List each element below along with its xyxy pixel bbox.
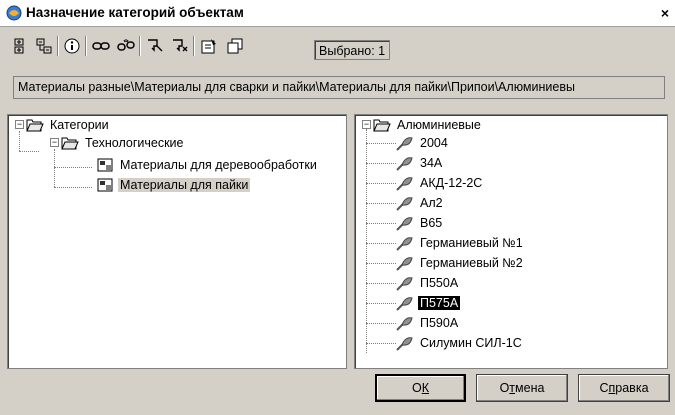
info-icon[interactable]	[62, 36, 82, 56]
open-folder-icon	[26, 119, 44, 132]
title-bar: Назначение категорий объектам ×	[0, 0, 675, 27]
solder-material-icon	[396, 297, 413, 311]
tree-node-label: Германиевый №2	[420, 256, 523, 270]
remove-category-icon[interactable]	[170, 36, 190, 56]
toolbar: Выбрано: 1	[0, 28, 675, 64]
tree-item-material[interactable]: Германиевый №1	[396, 234, 525, 252]
collapse-toggle[interactable]: −	[50, 138, 59, 147]
solder-material-icon	[396, 337, 413, 351]
toolbar-separator	[85, 36, 87, 56]
tree-node-label: 34А	[420, 156, 443, 170]
tree-connector	[366, 203, 396, 204]
tree-node-soldering[interactable]: Материалы для пайки	[96, 176, 251, 194]
tree-node-label: АКД-12-2С	[420, 176, 483, 190]
tree-connector	[366, 263, 396, 264]
dialog-window: Назначение категорий объектам × Выбрано:…	[0, 0, 675, 415]
category-path-field: Материалы разные\Материалы для сварки и …	[13, 76, 665, 99]
tree-connector	[366, 243, 396, 244]
tree-node-label: Технологические	[85, 136, 184, 150]
tree-item-material[interactable]: 2004	[396, 134, 450, 152]
tree-connector	[366, 343, 396, 344]
tree-item-material[interactable]: АКД-12-2С	[396, 174, 484, 192]
tree-connector	[366, 183, 396, 184]
tree-node-aluminium[interactable]: Алюминиевые	[373, 116, 483, 134]
tree-node-technological[interactable]: Технологические	[61, 134, 186, 152]
tree-connector	[54, 187, 92, 188]
toolbar-separator	[139, 36, 141, 56]
solder-material-icon	[396, 157, 413, 171]
tree-connector	[366, 303, 396, 304]
solder-material-icon	[396, 217, 413, 231]
close-button[interactable]: ×	[657, 5, 673, 21]
open-folder-icon	[61, 137, 79, 150]
tree-node-label: В65	[420, 216, 443, 230]
categories-tree-panel[interactable]: − Категории − Технологические Материалы …	[7, 114, 347, 369]
button-label: О	[411, 381, 422, 395]
tree-node-label: Материалы для деревообработки	[120, 158, 317, 172]
app-icon	[6, 5, 22, 21]
open-folder-icon	[373, 119, 391, 132]
toolbar-separator	[193, 36, 195, 56]
tree-item-material[interactable]: П590А	[396, 314, 460, 332]
tree-connector	[19, 151, 39, 152]
tree-connector	[366, 323, 396, 324]
expand-tree-icon[interactable]	[9, 36, 29, 56]
assign-category-icon[interactable]	[145, 36, 165, 56]
tree-connector	[366, 283, 396, 284]
tree-connector	[366, 163, 396, 164]
tree-connector	[19, 131, 20, 151]
help-button[interactable]: Справка	[578, 374, 670, 402]
copy-icon[interactable]	[225, 36, 245, 56]
tree-connector	[54, 149, 55, 187]
button-label: О	[499, 381, 510, 395]
button-label: С	[599, 381, 609, 395]
tree-node-label: Алюминиевые	[397, 118, 481, 132]
tree-node-label: Ал2	[420, 196, 443, 210]
tree-node-label: 2004	[420, 136, 448, 150]
link-icon[interactable]	[91, 36, 111, 56]
tree-item-material[interactable]: Силумин СИЛ-1С	[396, 334, 524, 352]
selected-count-badge: Выбрано: 1	[314, 40, 391, 60]
button-accelerator: К	[421, 381, 430, 395]
tree-item-material[interactable]: Германиевый №2	[396, 254, 525, 272]
tree-connector	[54, 167, 92, 168]
tree-node-label: П575А	[416, 295, 462, 311]
solder-material-icon	[396, 137, 413, 151]
category-icon	[97, 158, 113, 172]
solder-material-icon	[396, 237, 413, 251]
tree-connector	[366, 223, 396, 224]
button-label: мена	[515, 381, 545, 395]
objects-tree-panel[interactable]: − Алюминиевые 2004 34А АКД-12-2С Ал2 В65…	[354, 114, 668, 369]
properties-icon[interactable]	[199, 36, 219, 56]
solder-material-icon	[396, 257, 413, 271]
collapse-tree-icon[interactable]	[34, 36, 54, 56]
tree-node-woodworking[interactable]: Материалы для деревообработки	[96, 156, 319, 174]
tree-connector	[366, 143, 396, 144]
tree-node-categories[interactable]: Категории	[26, 116, 111, 134]
collapse-toggle[interactable]: −	[362, 120, 371, 129]
tree-node-label: П590А	[420, 316, 459, 330]
tree-item-material[interactable]: Ал2	[396, 194, 445, 212]
tree-node-label: Категории	[50, 118, 109, 132]
category-icon	[97, 178, 113, 192]
tree-item-material-selected[interactable]: П575А	[396, 294, 462, 312]
tree-item-material[interactable]: В65	[396, 214, 444, 232]
collapse-toggle[interactable]: −	[15, 120, 24, 129]
ok-button[interactable]: ОК	[375, 374, 466, 402]
tree-item-material[interactable]: П550А	[396, 274, 460, 292]
tree-node-label: Материалы для пайки	[118, 178, 251, 192]
toolbar-separator	[57, 36, 59, 56]
solder-material-icon	[396, 277, 413, 291]
window-title: Назначение категорий объектам	[26, 5, 244, 20]
cancel-button[interactable]: Отмена	[476, 374, 568, 402]
tree-item-material[interactable]: 34А	[396, 154, 444, 172]
tree-node-label: Германиевый №1	[420, 236, 523, 250]
tree-node-label: Силумин СИЛ-1С	[420, 336, 522, 350]
unlink-icon[interactable]	[116, 36, 136, 56]
solder-material-icon	[396, 197, 413, 211]
solder-material-icon	[396, 317, 413, 331]
button-label: равка	[615, 381, 649, 395]
tree-node-label: П550А	[420, 276, 459, 290]
solder-material-icon	[396, 177, 413, 191]
